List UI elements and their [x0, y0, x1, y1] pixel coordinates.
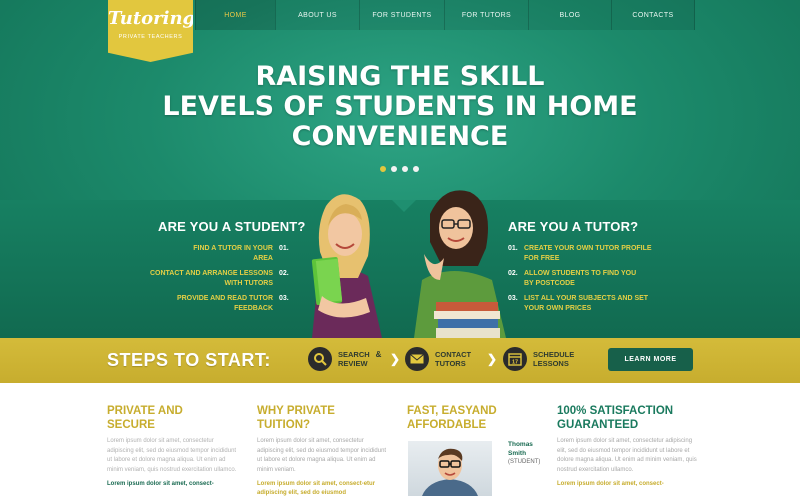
slider-dot-1[interactable] — [380, 166, 386, 172]
nav-for-tutors[interactable]: FOR TUTORS — [444, 0, 528, 30]
tutor-step-2: 02. ALLOW STUDENTS TO FIND YOU BY POSTCO… — [508, 270, 637, 287]
nav-for-students[interactable]: FOR STUDENTS — [359, 0, 444, 30]
nav-home[interactable]: HOME — [195, 0, 275, 30]
chevron-right-icon: ❯ — [390, 352, 401, 366]
feature-title: PRIVATE AND SECURE — [107, 405, 183, 431]
feature-link[interactable]: Lorem ipsum dolor sit amet, consect-etur… — [257, 480, 392, 498]
feature-link[interactable]: Lorem ipsum dolor sit amet, consect- — [557, 480, 697, 489]
feature-title: FAST, EASYAND AFFORDABLE — [407, 405, 497, 431]
feature-body: Lorem ipsum dolor sit amet, consectetur … — [557, 438, 697, 473]
feature-private-secure: PRIVATE AND SECURE Lorem ipsum dolor sit… — [107, 404, 242, 489]
calendar-icon: 17 — [503, 347, 527, 371]
nav-about-us[interactable]: ABOUT US — [275, 0, 359, 30]
student-step-1: FIND A TUTOR IN YOUR AREA 01. — [193, 245, 289, 262]
student-photo — [288, 186, 393, 338]
slider-dot-2[interactable] — [391, 166, 397, 172]
search-icon — [308, 347, 332, 371]
steps-title: STEPS TO START: — [107, 350, 271, 370]
feature-satisfaction-guaranteed: 100% SATISFACTION GUARANTEED Lorem ipsum… — [557, 404, 697, 489]
tutor-photo — [404, 184, 516, 338]
hero-headline-line3: CONVENIENCE — [291, 121, 509, 152]
steps-bar: STEPS TO START: SEARCH REVIEW & ❯ CONTAC… — [0, 338, 800, 383]
step-search-review[interactable]: SEARCH REVIEW & — [308, 347, 381, 371]
main-nav: HOME ABOUT US FOR STUDENTS FOR TUTORS BL… — [195, 0, 695, 30]
step-schedule-lessons[interactable]: 17 SCHEDULE LESSONS — [503, 347, 574, 371]
feature-link[interactable]: Lorem ipsum dolor sit amet, consect- — [107, 480, 242, 489]
feature-why-private-tuition: WHY PRIVATE TUITION? Lorem ipsum dolor s… — [257, 404, 392, 498]
tutor-step-1: 01. CREATE YOUR OWN TUTOR PROFILE FOR FR… — [508, 245, 652, 262]
tutor-step-3: 03. LIST ALL YOUR SUBJECTS AND SET YOUR … — [508, 295, 649, 312]
feature-body: Lorem ipsum dolor sit amet, consectetur … — [107, 438, 237, 473]
site-logo[interactable]: Tutoring PRIVATE TEACHERS — [108, 0, 193, 62]
learn-more-button[interactable]: LEARN MORE — [608, 348, 693, 371]
hero-section: HOME ABOUT US FOR STUDENTS FOR TUTORS BL… — [0, 0, 800, 338]
chevron-right-icon: ❯ — [487, 352, 498, 366]
logo-subtitle: PRIVATE TEACHERS — [118, 34, 183, 40]
nav-blog[interactable]: BLOG — [528, 0, 611, 30]
nav-contacts[interactable]: CONTACTS — [611, 0, 695, 30]
testimonial-name: Thomas Smith — [508, 441, 533, 457]
slider-dot-4[interactable] — [413, 166, 419, 172]
student-section-title: ARE YOU A STUDENT? — [158, 219, 306, 234]
feature-title: WHY PRIVATE TUITION? — [257, 405, 335, 431]
feature-body: Lorem ipsum dolor sit amet, consectetur … — [257, 438, 387, 473]
hero-headline-line1: RAISING THE SKILL — [255, 61, 545, 92]
testimonial-role: (STUDENT) — [508, 459, 541, 465]
student-step-2: CONTACT AND ARRANGE LESSONS WITH TUTORS … — [149, 270, 289, 287]
feature-title: 100% SATISFACTION GUARANTEED — [557, 405, 674, 431]
step-contact-tutors[interactable]: CONTACT TUTORS — [405, 347, 471, 371]
logo-title: Tutoring — [108, 8, 196, 29]
student-step-3: PROVIDE AND READ TUTOR FEEDBACK 03. — [176, 295, 289, 312]
feature-fast-easy-affordable: FAST, EASYAND AFFORDABLE — [407, 404, 542, 432]
slider-dot-3[interactable] — [402, 166, 408, 172]
hero-lower-band — [0, 200, 800, 338]
tutor-section-title: ARE YOU A TUTOR? — [508, 219, 639, 234]
envelope-icon — [405, 347, 429, 371]
hero-headline-line2: LEVELS OF STUDENTS IN HOME — [162, 91, 638, 122]
hero-headline: RAISING THE SKILL LEVELS OF STUDENTS IN … — [150, 62, 650, 152]
svg-text:17: 17 — [512, 360, 518, 366]
testimonial-avatar — [408, 441, 492, 496]
slider-dots — [380, 166, 419, 172]
